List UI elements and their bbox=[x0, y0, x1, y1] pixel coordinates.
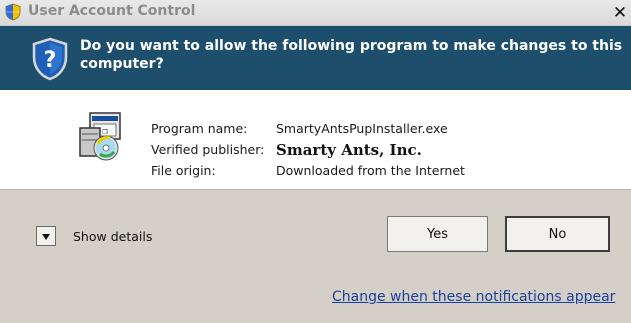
no-button[interactable]: No bbox=[505, 216, 610, 252]
close-icon[interactable]: ✕ bbox=[613, 3, 627, 23]
show-details-label[interactable]: Show details bbox=[73, 229, 152, 244]
publisher-label: Verified publisher: bbox=[151, 142, 265, 157]
program-name-value: SmartyAntsPupInstaller.exe bbox=[276, 121, 448, 136]
program-name-row: Program name: SmartyAntsPupInstaller.exe bbox=[151, 118, 465, 139]
program-info-panel: ❐ Program name: SmartyAntsPupInstaller.e… bbox=[0, 90, 631, 189]
publisher-row: Verified publisher: Smarty Ants, Inc. bbox=[151, 139, 465, 160]
prompt-banner: ? Do you want to allow the following pro… bbox=[0, 26, 631, 90]
window-title: User Account Control bbox=[28, 3, 196, 19]
chevron-down-icon[interactable] bbox=[36, 226, 56, 246]
uac-question-shield-icon: ? bbox=[32, 37, 68, 81]
close-button[interactable]: ✕ bbox=[611, 5, 629, 23]
program-details-table: Program name: SmartyAntsPupInstaller.exe… bbox=[151, 118, 465, 181]
prompt-question: Do you want to allow the following progr… bbox=[80, 38, 623, 72]
yes-button[interactable]: Yes bbox=[387, 216, 488, 252]
title-bar: User Account Control ✕ bbox=[0, 0, 631, 26]
installer-package-icon: ❐ bbox=[79, 112, 121, 161]
file-origin-label: File origin: bbox=[151, 163, 216, 178]
publisher-value: Smarty Ants, Inc. bbox=[276, 140, 422, 159]
file-origin-row: File origin: Downloaded from the Interne… bbox=[151, 160, 465, 181]
divider bbox=[0, 189, 631, 190]
svg-text:❐: ❐ bbox=[102, 127, 108, 137]
file-origin-value: Downloaded from the Internet bbox=[276, 163, 465, 178]
svg-text:?: ? bbox=[44, 48, 57, 73]
program-name-label: Program name: bbox=[151, 121, 248, 136]
uac-shield-icon bbox=[5, 3, 21, 21]
change-notifications-link[interactable]: Change when these notifications appear bbox=[332, 289, 615, 305]
